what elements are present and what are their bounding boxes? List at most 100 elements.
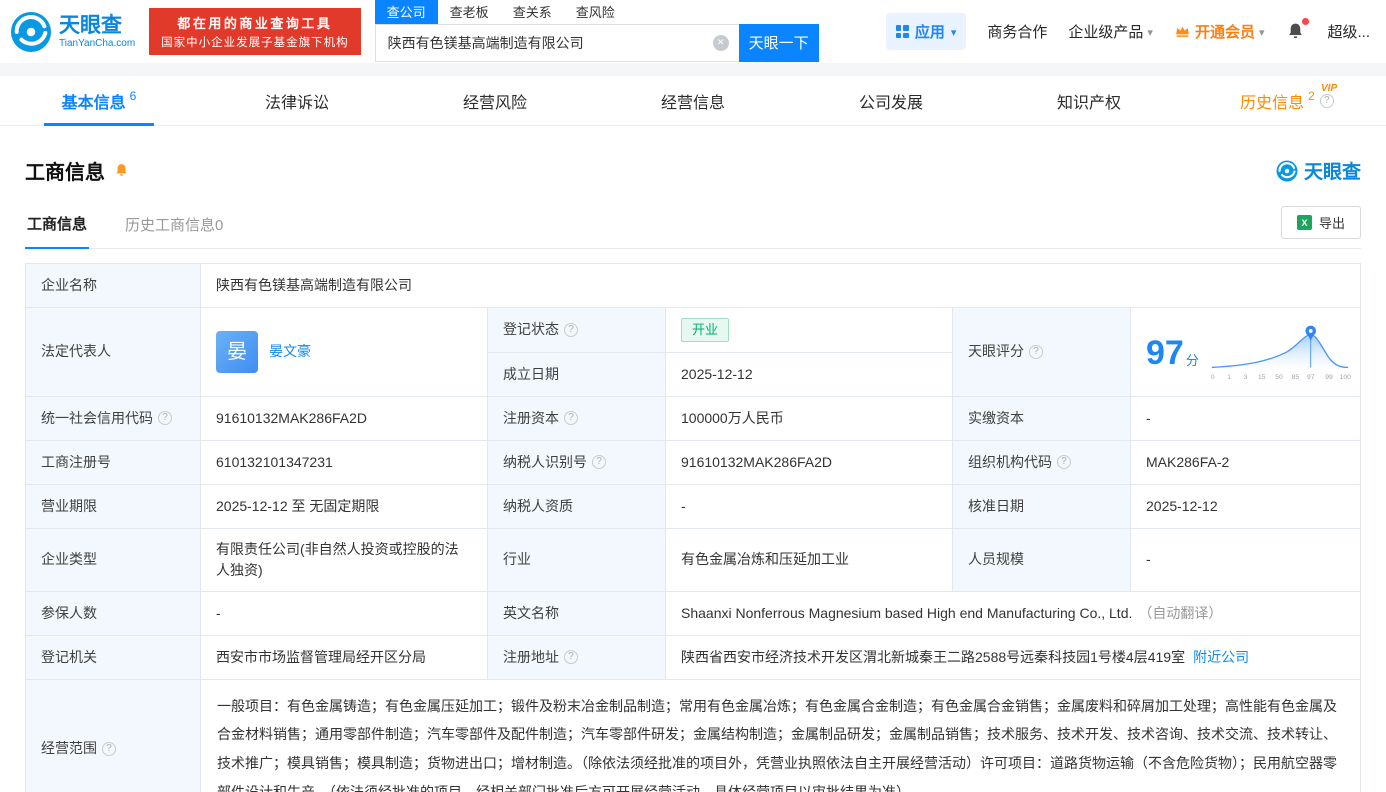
label-english-name: 英文名称 [488, 592, 666, 636]
score-axis-tick: 85 [1292, 374, 1300, 381]
label-tianyan-score: 天眼评分 [953, 308, 1131, 397]
nav-enterprise-products[interactable]: 企业级产品 [1068, 21, 1153, 42]
help-icon[interactable] [564, 323, 578, 337]
notification-bell-icon[interactable] [1285, 21, 1306, 42]
subtab-business-info[interactable]: 工商信息 [25, 205, 89, 249]
value-text: 610132101347231 [216, 452, 333, 473]
value-taxpayer-quality: - [666, 485, 953, 529]
search-tab-company[interactable]: 查公司 [375, 0, 438, 24]
label-text: 纳税人资质 [503, 496, 573, 517]
clear-search-icon[interactable] [713, 35, 729, 51]
nav-business-cooperation[interactable]: 商务合作 [987, 21, 1047, 42]
value-insured-count: - [201, 592, 488, 636]
score-value: 97 [1146, 336, 1184, 370]
apps-menu[interactable]: 应用 [886, 13, 967, 50]
help-icon[interactable] [564, 411, 578, 425]
help-icon[interactable] [592, 455, 606, 469]
search-area: 查公司 查老板 查关系 查风险 天眼一下 [375, 2, 819, 62]
business-info-subtabs: 工商信息 历史工商信息0 导出 [25, 205, 1361, 249]
nav-user-account[interactable]: 超级... [1327, 21, 1370, 42]
header-nav: 应用 商务合作 企业级产品 开通会员 [886, 13, 1370, 50]
search-input[interactable] [375, 24, 739, 62]
score-axis-tick: 99 [1325, 374, 1333, 381]
help-icon[interactable] [158, 411, 172, 425]
label-text: 工商注册号 [41, 452, 111, 473]
top-header: 天眼查 TianYanCha.com 都在用的商业查询工具 国家中小企业发展子基… [0, 0, 1386, 63]
tab-label: 历史信息 [1240, 89, 1304, 113]
chevron-down-icon [951, 23, 957, 40]
label-registered-capital: 注册资本 [488, 397, 666, 441]
label-text: 企业名称 [41, 275, 97, 296]
value-text: 100000万人民币 [681, 408, 784, 429]
search-button[interactable]: 天眼一下 [739, 24, 819, 62]
tab-count: 6 [130, 89, 137, 103]
value-establish-date: 2025-12-12 [666, 353, 953, 397]
label-company-type: 企业类型 [26, 529, 201, 592]
search-tab-relation[interactable]: 查关系 [501, 0, 564, 24]
label-text: 登记状态 [503, 319, 559, 340]
search-tab-boss[interactable]: 查老板 [438, 0, 501, 24]
label-company-name: 企业名称 [26, 264, 201, 308]
value-text: - [216, 603, 221, 624]
help-icon[interactable] [1057, 455, 1071, 469]
nearby-companies-link[interactable]: 附近公司 [1193, 647, 1249, 668]
value-text: 西安市市场监督管理局经开区分局 [216, 647, 426, 668]
tab-label: 经营信息 [661, 89, 725, 113]
label-insured-count: 参保人数 [26, 592, 201, 636]
value-registered-address: 陕西省西安市经济技术开发区渭北新城秦王二路2588号远秦科技园1号楼4层419室… [666, 636, 1361, 680]
score-axis-tick: 15 [1258, 374, 1266, 381]
legal-rep-link[interactable]: 晏文豪 [269, 341, 311, 362]
label-text: 参保人数 [41, 603, 97, 624]
value-registration-authority: 西安市市场监督管理局经开区分局 [201, 636, 488, 680]
value-legal-representative: 晏 晏文豪 [201, 308, 488, 397]
value-text: 91610132MAK286FA2D [216, 408, 367, 429]
tab-label: 公司发展 [859, 89, 923, 113]
label-text: 天眼评分 [968, 341, 1024, 362]
tab-operating-info[interactable]: 经营信息 [594, 76, 792, 125]
label-text: 营业期限 [41, 496, 97, 517]
label-organization-code: 组织机构代码 [953, 441, 1131, 485]
tab-legal-litigation[interactable]: 法律诉讼 [198, 76, 396, 125]
subscribe-bell-icon[interactable] [113, 162, 130, 179]
export-button[interactable]: 导出 [1281, 206, 1361, 239]
tianyancha-logo-icon [1276, 160, 1298, 182]
status-badge: 开业 [681, 318, 729, 342]
help-icon[interactable] [1029, 345, 1043, 359]
help-icon[interactable] [1320, 94, 1334, 108]
tab-history-info[interactable]: VIP 历史信息 2 [1188, 76, 1386, 125]
company-detail-tabs: 基本信息 6 法律诉讼 经营风险 经营信息 公司发展 知识产权 VIP 历史信息… [0, 76, 1386, 126]
search-type-tabs: 查公司 查老板 查关系 查风险 [375, 2, 819, 24]
label-approval-date: 核准日期 [953, 485, 1131, 529]
notification-dot [1302, 18, 1309, 25]
label-text: 注册地址 [503, 647, 559, 668]
label-text: 统一社会信用代码 [41, 408, 153, 429]
excel-icon [1297, 215, 1312, 230]
label-text: 英文名称 [503, 603, 559, 624]
tab-label: 基本信息 [62, 89, 126, 113]
promo-badge: 都在用的商业查询工具 国家中小企业发展子基金旗下机构 [149, 8, 361, 55]
legal-rep-avatar[interactable]: 晏 [216, 331, 258, 373]
score-axis-tick: 97 [1307, 374, 1315, 381]
tianyancha-watermark: 天眼查 [1276, 157, 1361, 184]
nav-open-vip[interactable]: 开通会员 [1174, 21, 1265, 42]
value-tianyan-score[interactable]: 97 分 0 1 [1131, 308, 1361, 397]
help-icon[interactable] [102, 742, 116, 756]
label-credit-code: 统一社会信用代码 [26, 397, 201, 441]
help-icon[interactable] [564, 650, 578, 664]
label-registered-address: 注册地址 [488, 636, 666, 680]
subtab-history-business-info[interactable]: 历史工商信息0 [123, 206, 225, 248]
value-text: - [1146, 408, 1151, 429]
tab-basic-info[interactable]: 基本信息 6 [0, 76, 198, 125]
value-english-name: Shaanxi Nonferrous Magnesium based High … [666, 592, 1361, 636]
tab-company-development[interactable]: 公司发展 [792, 76, 990, 125]
value-text: 2025-12-12 [1146, 496, 1218, 517]
label-text: 企业类型 [41, 549, 97, 570]
tab-intellectual-property[interactable]: 知识产权 [990, 76, 1188, 125]
tab-operating-risk[interactable]: 经营风险 [396, 76, 594, 125]
value-company-type: 有限责任公司(非自然人投资或控股的法人独资) [201, 529, 488, 592]
tianyancha-logo[interactable]: 天眼查 TianYanCha.com [10, 11, 135, 53]
label-taxpayer-id: 纳税人识别号 [488, 441, 666, 485]
search-tab-risk[interactable]: 查风险 [564, 0, 627, 24]
label-text: 注册资本 [503, 408, 559, 429]
address-text: 陕西省西安市经济技术开发区渭北新城秦王二路2588号远秦科技园1号楼4层419室 [681, 647, 1185, 668]
